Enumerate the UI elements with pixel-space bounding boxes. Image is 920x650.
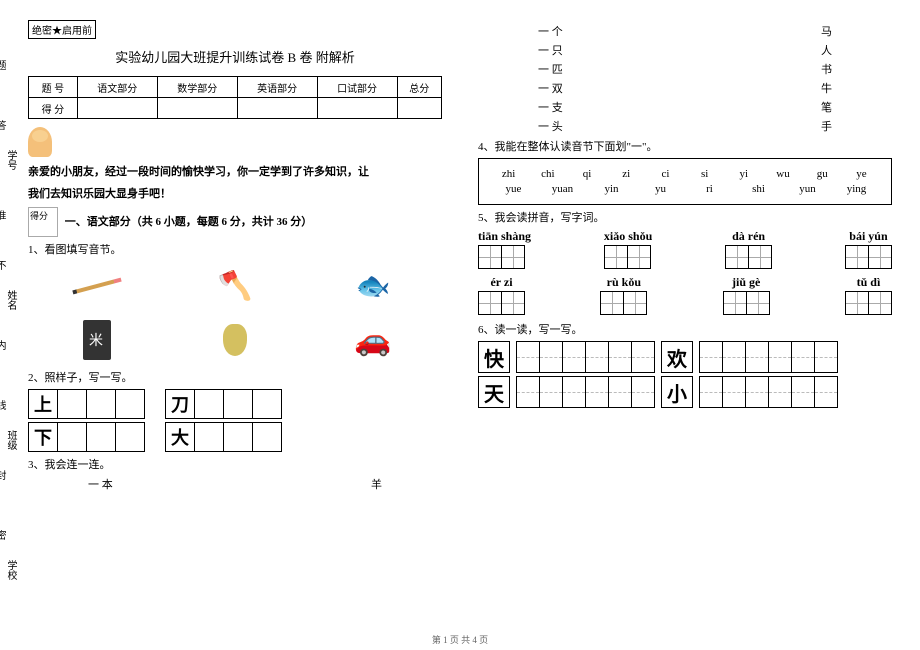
model-char: 快	[478, 341, 510, 373]
question-3: 3、我会连一连。	[28, 456, 442, 472]
py: bái yún	[845, 229, 892, 244]
model-char: 欢	[661, 341, 693, 373]
match-row: 一 只人	[478, 42, 892, 58]
th: 语文部分	[77, 77, 157, 98]
py: dà rén	[725, 229, 772, 244]
left-column: 绝密★启用前 实验幼儿园大班提升训练试卷 B 卷 附解析 题 号 语文部分 数学…	[10, 20, 460, 620]
trace-char: 下	[28, 422, 58, 452]
write-row: 天 小	[478, 376, 892, 408]
trace-group: 大	[165, 422, 282, 452]
child-icon	[28, 127, 52, 157]
score-box: 得分	[28, 207, 58, 237]
question-1: 1、看图填写音节。	[28, 241, 442, 257]
pinyin-box: zhichiqizicisiyiwuguye yueyuanyinyurishi…	[478, 158, 892, 205]
margin-mark: 封	[0, 470, 7, 480]
py: jiǔ gè	[723, 275, 770, 290]
py: ér zi	[478, 275, 525, 290]
image-row-1: 🪓 🐟	[28, 261, 442, 311]
exam-title: 实验幼儿园大班提升训练试卷 B 卷 附解析	[28, 47, 442, 66]
question-4: 4、我能在整体认读音节下面划"一"。	[478, 138, 892, 154]
margin-mark: 题	[0, 60, 7, 70]
trace-group: 上	[28, 389, 145, 419]
match-row: 一 本羊	[28, 476, 442, 492]
question-5: 5、我会读拼音，写字词。	[478, 209, 892, 225]
intro-line2: 我们去知识乐园大显身手吧！	[28, 185, 442, 201]
th: 总分	[397, 77, 441, 98]
margin-mark: 线	[0, 400, 7, 410]
intro-block: 亲爱的小朋友，经过一段时间的愉快学习，你一定学到了许多知识，让 我们去知识乐园大…	[28, 127, 442, 201]
write-row: 快 欢	[478, 341, 892, 373]
row-label: 得 分	[29, 98, 78, 119]
model-char: 天	[478, 376, 510, 408]
margin-label-name: 姓名____	[0, 290, 18, 310]
trace-char: 上	[28, 389, 58, 419]
margin-mark: 答	[0, 120, 7, 130]
pear-icon	[205, 315, 265, 365]
fish-icon: 🐟	[343, 261, 403, 311]
margin-mark: 不	[0, 260, 7, 270]
th: 数学部分	[157, 77, 237, 98]
th: 英语部分	[237, 77, 317, 98]
match-row: 一 头手	[478, 118, 892, 134]
match-row: 一 支笔	[478, 99, 892, 115]
question-2: 2、照样子，写一写。	[28, 369, 442, 385]
py: tǔ dì	[845, 275, 892, 290]
image-row-2: 🚗	[28, 315, 442, 365]
page-footer: 第 1 页 共 4 页	[0, 633, 920, 646]
pinyin-write-row: tiān shàng xiǎo shǒu dà rén bái yún	[478, 229, 892, 269]
axe-icon: 🪓	[205, 261, 265, 311]
pinyin-row: yueyuanyinyurishiyunying	[489, 183, 881, 195]
section-heading: 一、语文部分（共 6 小题，每题 6 分，共计 36 分）	[65, 216, 313, 228]
margin-label-class: 班级____	[0, 430, 18, 450]
rice-icon	[67, 315, 127, 365]
py: xiǎo shǒu	[604, 229, 652, 244]
car-icon: 🚗	[343, 315, 403, 365]
margin-label-id: 学号____	[0, 150, 18, 170]
th: 口试部分	[317, 77, 397, 98]
trace-char: 刀	[165, 389, 195, 419]
margin-mark: 密	[0, 530, 7, 540]
trace-char: 大	[165, 422, 195, 452]
margin-label-school: 学校____	[0, 560, 18, 580]
py: rù kǒu	[600, 275, 647, 290]
py: tiān shàng	[478, 229, 531, 244]
match-row: 一 匹书	[478, 61, 892, 77]
trace-group: 下	[28, 422, 145, 452]
pinyin-row: zhichiqizicisiyiwuguye	[489, 168, 881, 180]
confidential-label: 绝密★启用前	[28, 20, 96, 39]
question-6: 6、读一读，写一写。	[478, 321, 892, 337]
pencil-icon	[67, 261, 127, 311]
right-column: 一 个马 一 只人 一 匹书 一 双牛 一 支笔 一 头手 4、我能在整体认读音…	[460, 20, 910, 620]
margin-mark: 准	[0, 210, 7, 220]
th: 题 号	[29, 77, 78, 98]
margin-mark: 内	[0, 340, 7, 350]
score-table: 题 号 语文部分 数学部分 英语部分 口试部分 总分 得 分	[28, 76, 442, 119]
intro-line1: 亲爱的小朋友，经过一段时间的愉快学习，你一定学到了许多知识，让	[28, 163, 442, 179]
pinyin-write-row: ér zi rù kǒu jiǔ gè tǔ dì	[478, 275, 892, 315]
model-char: 小	[661, 376, 693, 408]
trace-group: 刀	[165, 389, 282, 419]
match-row: 一 个马	[478, 23, 892, 39]
match-row: 一 双牛	[478, 80, 892, 96]
